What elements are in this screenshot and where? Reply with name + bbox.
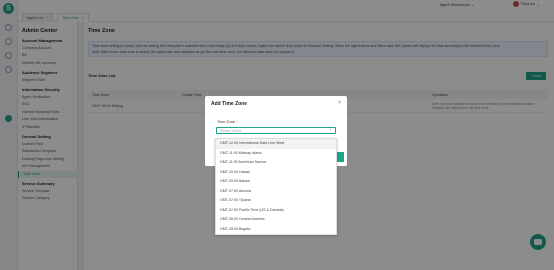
dropdown-option[interactable]: GMT-07:00 Tijuana bbox=[216, 196, 336, 206]
close-icon[interactable]: × bbox=[338, 100, 341, 106]
dropdown-option[interactable]: GMT-07:00 Pacific Time (US & Canada) bbox=[216, 206, 336, 216]
chevron-up-icon: ⌃ bbox=[328, 128, 332, 133]
select-placeholder: Please Select bbox=[220, 129, 242, 133]
time-zone-dropdown: GMT-12:00 International Date Line West G… bbox=[215, 138, 337, 235]
time-zone-select[interactable]: Please Select ⌃ bbox=[216, 127, 336, 134]
dropdown-option[interactable]: GMT-11:00 American Samoa bbox=[216, 158, 336, 168]
dialog-title: Add Time Zone bbox=[211, 101, 248, 107]
dropdown-option[interactable]: GMT-12:00 International Date Line West bbox=[216, 139, 336, 149]
dropdown-option[interactable]: GMT-09:00 Alaska bbox=[216, 177, 336, 187]
dropdown-option[interactable]: GMT-06:00 Central America bbox=[216, 215, 336, 225]
dropdown-option[interactable]: GMT-10:00 Hawaii bbox=[216, 168, 336, 178]
required-mark: * bbox=[236, 120, 238, 124]
dropdown-option[interactable]: GMT-11:00 Midway Island bbox=[216, 149, 336, 159]
field-label-text: Time Zone bbox=[217, 120, 236, 124]
confirm-button[interactable] bbox=[336, 152, 344, 162]
dropdown-option[interactable]: GMT-05:00 Bogota bbox=[216, 225, 336, 235]
time-zone-field-label: Time Zone * bbox=[217, 120, 238, 124]
dropdown-option[interactable]: GMT-07:00 Arizona bbox=[216, 187, 336, 197]
